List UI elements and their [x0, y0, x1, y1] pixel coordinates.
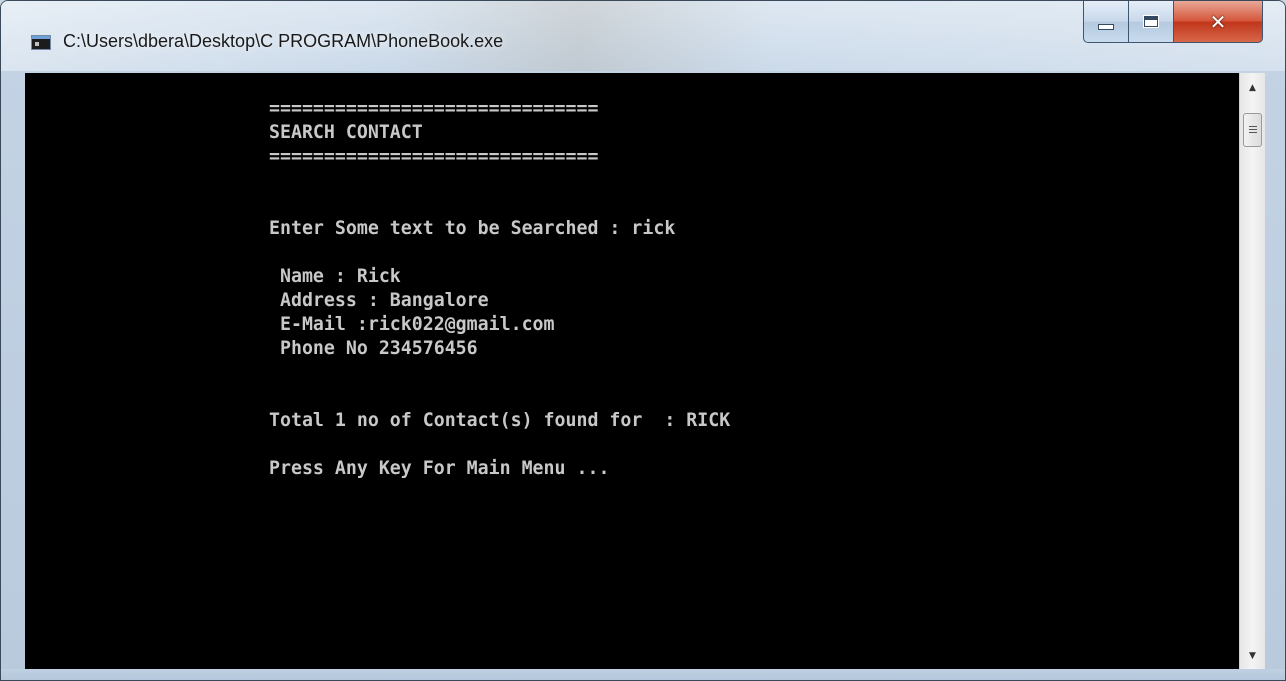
maximize-icon	[1143, 15, 1159, 28]
window-title: C:\Users\dbera\Desktop\C PROGRAM\PhoneBo…	[63, 31, 504, 51]
contact-name: Name : Rick	[269, 265, 401, 287]
contact-phone: Phone No 234576456	[269, 337, 478, 359]
vertical-scrollbar[interactable]: ▲ ▼	[1239, 73, 1265, 669]
scroll-down-arrow-icon[interactable]: ▼	[1240, 645, 1265, 667]
maximize-button[interactable]	[1128, 1, 1174, 43]
console-icon[interactable]	[31, 35, 51, 50]
search-prompt: Enter Some text to be Searched : rick	[269, 217, 676, 239]
minimize-icon	[1098, 23, 1114, 30]
header-separator-bottom: ==============================	[269, 145, 599, 167]
contact-address: Address : Bangalore	[269, 289, 489, 311]
scroll-up-arrow-icon[interactable]: ▲	[1240, 77, 1265, 99]
continue-prompt: Press Any Key For Main Menu ...	[269, 457, 610, 479]
console-window: C:\Users\dbera\Desktop\C PROGRAM\PhoneBo…	[0, 0, 1286, 681]
contact-email: E-Mail :rick022@gmail.com	[269, 313, 555, 335]
grip-icon	[1248, 125, 1257, 135]
window-bottom-border	[1, 669, 1285, 680]
header-separator-top: ==============================	[269, 97, 599, 119]
screen-heading: SEARCH CONTACT	[269, 121, 423, 143]
close-button[interactable]: ✕	[1173, 1, 1263, 43]
close-icon: ✕	[1209, 9, 1227, 34]
results-summary: Total 1 no of Contact(s) found for : RIC…	[269, 409, 731, 431]
minimize-button[interactable]	[1083, 1, 1129, 43]
console-output[interactable]: ============================== SEARCH CO…	[25, 73, 1239, 669]
scrollbar-thumb[interactable]	[1243, 113, 1262, 147]
title-bar[interactable]: C:\Users\dbera\Desktop\C PROGRAM\PhoneBo…	[1, 1, 1285, 71]
